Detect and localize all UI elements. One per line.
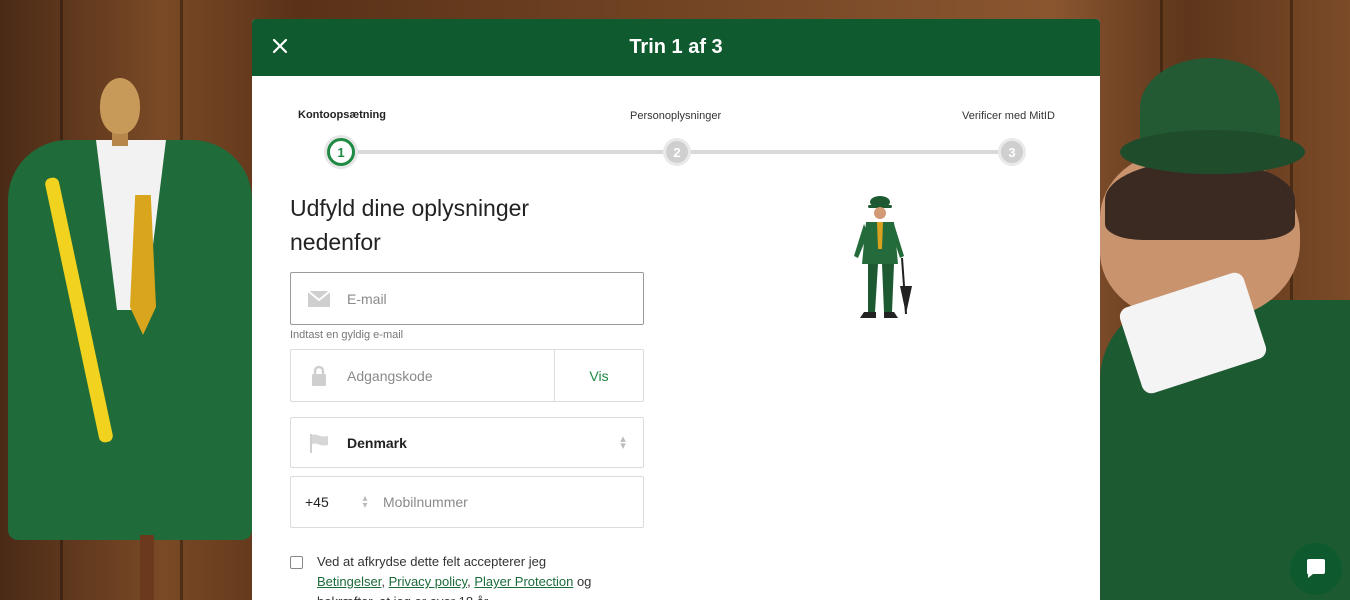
bowler-hat-brim (1120, 130, 1305, 174)
close-button[interactable] (269, 36, 291, 58)
step-indicator-2: 2 (663, 138, 691, 166)
show-password-button[interactable]: Vis (554, 350, 643, 401)
email-helper-text: Indtast en gyldig e-mail (290, 329, 404, 341)
consent-text-before: Ved at afkrydse dette felt accepterer je… (317, 554, 547, 569)
lock-icon (291, 365, 347, 387)
step-indicator-1: 1 (327, 138, 355, 166)
email-field[interactable] (290, 272, 644, 325)
registration-modal: Trin 1 af 3 Kontoopsætning Personoplysni… (252, 19, 1100, 600)
chat-button[interactable] (1290, 543, 1342, 595)
form-title: Udfyld dine oplysninger nedenfor (290, 195, 530, 255)
terms-link[interactable]: Betingelser (317, 574, 381, 589)
step-label-2: Personoplysninger (630, 110, 722, 122)
modal-header: Trin 1 af 3 (252, 19, 1100, 76)
password-input[interactable] (347, 367, 554, 384)
terms-consent: Ved at afkrydse dette felt accepterer je… (290, 552, 650, 600)
step-label-3: Verificer med MitID (962, 110, 1055, 122)
mannequin-stand (140, 535, 154, 600)
terms-checkbox[interactable] (290, 556, 303, 569)
flag-icon (291, 432, 347, 454)
privacy-policy-link[interactable]: Privacy policy (389, 574, 468, 589)
step-label-1: Kontoopsætning (298, 109, 386, 121)
player-protection-link[interactable]: Player Protection (474, 574, 573, 589)
phone-field[interactable]: +45 ▴ ▾ (290, 476, 644, 528)
phone-input[interactable] (383, 494, 643, 510)
password-field[interactable]: Vis (290, 349, 644, 402)
mannequin-head (100, 78, 140, 134)
phone-prefix-select[interactable]: +45 (291, 494, 347, 510)
step-indicator-3: 3 (998, 138, 1026, 166)
envelope-icon (291, 289, 347, 308)
select-arrows-icon: ▴ ▾ (620, 432, 626, 452)
consent-text: Ved at afkrydse dette felt accepterer je… (317, 552, 650, 600)
chat-bubble-icon (1307, 559, 1325, 578)
country-select[interactable]: Denmark ▴ ▾ (290, 417, 644, 468)
prefix-arrows-icon: ▴ ▾ (362, 493, 368, 511)
close-icon (272, 38, 288, 54)
email-input[interactable] (347, 290, 643, 307)
modal-title: Trin 1 af 3 (629, 36, 723, 58)
country-value: Denmark (347, 434, 407, 451)
gentleman-mascot-illustration (854, 196, 912, 318)
